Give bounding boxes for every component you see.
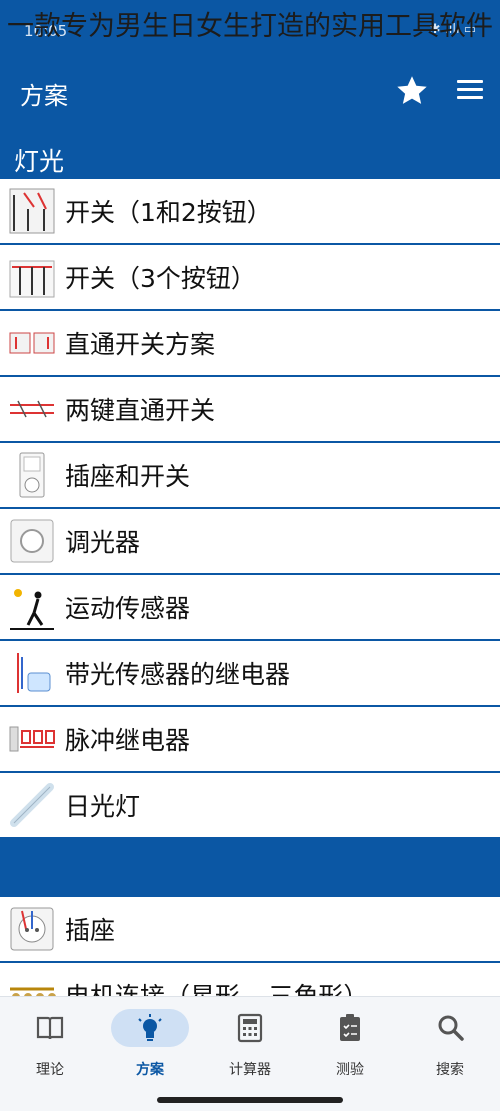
nav-label: 方案 bbox=[136, 1062, 164, 1078]
lightbulb-icon bbox=[136, 1013, 164, 1043]
impulse-relay-icon bbox=[8, 715, 56, 763]
nav-label: 测验 bbox=[336, 1062, 364, 1078]
power-socket-icon bbox=[8, 905, 56, 953]
star-icon[interactable] bbox=[394, 73, 430, 109]
list-item[interactable]: 插座和开关 bbox=[0, 443, 500, 509]
list-item[interactable]: 开关（1和2按钮） bbox=[0, 179, 500, 245]
list-item[interactable]: 插座 bbox=[0, 897, 500, 963]
nav-label: 理论 bbox=[36, 1062, 64, 1078]
list-item-label: 两键直通开关 bbox=[65, 396, 216, 425]
nav-item-calculator[interactable]: 计算器 bbox=[200, 997, 300, 1097]
search-icon bbox=[436, 1013, 464, 1043]
list-item[interactable]: 两键直通开关 bbox=[0, 377, 500, 443]
list-item-label: 脉冲继电器 bbox=[65, 726, 191, 755]
page-title: 方案 bbox=[20, 82, 68, 110]
list-item[interactable]: 开关（3个按钮） bbox=[0, 245, 500, 311]
calculator-icon bbox=[236, 1013, 264, 1043]
hamburger-menu-icon[interactable] bbox=[454, 76, 486, 104]
nav-item-quiz[interactable]: 测验 bbox=[300, 997, 400, 1097]
book-icon bbox=[36, 1013, 64, 1043]
list-item-label: 运动传感器 bbox=[65, 594, 191, 623]
list-item-label: 开关（3个按钮） bbox=[65, 264, 256, 293]
socket-and-switch-icon bbox=[8, 451, 56, 499]
list-item-label: 插座和开关 bbox=[65, 462, 191, 491]
quiz-clipboard-icon bbox=[336, 1013, 364, 1043]
home-indicator[interactable] bbox=[157, 1097, 343, 1103]
nav-item-schemes[interactable]: 方案 bbox=[100, 997, 200, 1097]
switch-3-buttons-diagram-icon bbox=[8, 253, 56, 301]
section-header-sockets bbox=[0, 839, 500, 897]
app-bar: 方案 bbox=[0, 40, 500, 132]
list-item-label: 调光器 bbox=[65, 528, 141, 557]
nav-label: 搜索 bbox=[436, 1062, 464, 1078]
section-header-lighting: 灯光 bbox=[0, 132, 500, 179]
fluorescent-tube-icon bbox=[8, 781, 56, 829]
light-sensor-relay-icon bbox=[8, 649, 56, 697]
switch-1-2-buttons-diagram-icon bbox=[8, 187, 56, 235]
list-item[interactable]: 运动传感器 bbox=[0, 575, 500, 641]
list-item[interactable]: 脉冲继电器 bbox=[0, 707, 500, 773]
two-key-pass-through-switch-diagram-icon bbox=[8, 385, 56, 433]
list-item-label: 开关（1和2按钮） bbox=[65, 198, 272, 227]
section-title: 灯光 bbox=[14, 147, 65, 176]
nav-item-search[interactable]: 搜索 bbox=[400, 997, 500, 1097]
list-item[interactable]: 带光传感器的继电器 bbox=[0, 641, 500, 707]
bottom-navigation: 理论 方案 计算器 测验 搜索 bbox=[0, 996, 500, 1111]
list-item[interactable]: 调光器 bbox=[0, 509, 500, 575]
list-item[interactable]: 日光灯 bbox=[0, 773, 500, 839]
motion-sensor-icon bbox=[8, 583, 56, 631]
nav-item-theory[interactable]: 理论 bbox=[0, 997, 100, 1097]
list-item-label: 日光灯 bbox=[65, 792, 141, 821]
list-item-label: 插座 bbox=[65, 916, 116, 945]
dimmer-icon bbox=[8, 517, 56, 565]
watermark-caption: 一款专为男生日女生打造的实用工具软件 bbox=[7, 11, 493, 42]
nav-label: 计算器 bbox=[229, 1062, 271, 1078]
pass-through-switch-diagram-icon bbox=[8, 319, 56, 367]
list-item-label: 带光传感器的继电器 bbox=[65, 660, 291, 689]
list-item-label: 直通开关方案 bbox=[65, 330, 216, 359]
list-item[interactable]: 直通开关方案 bbox=[0, 311, 500, 377]
